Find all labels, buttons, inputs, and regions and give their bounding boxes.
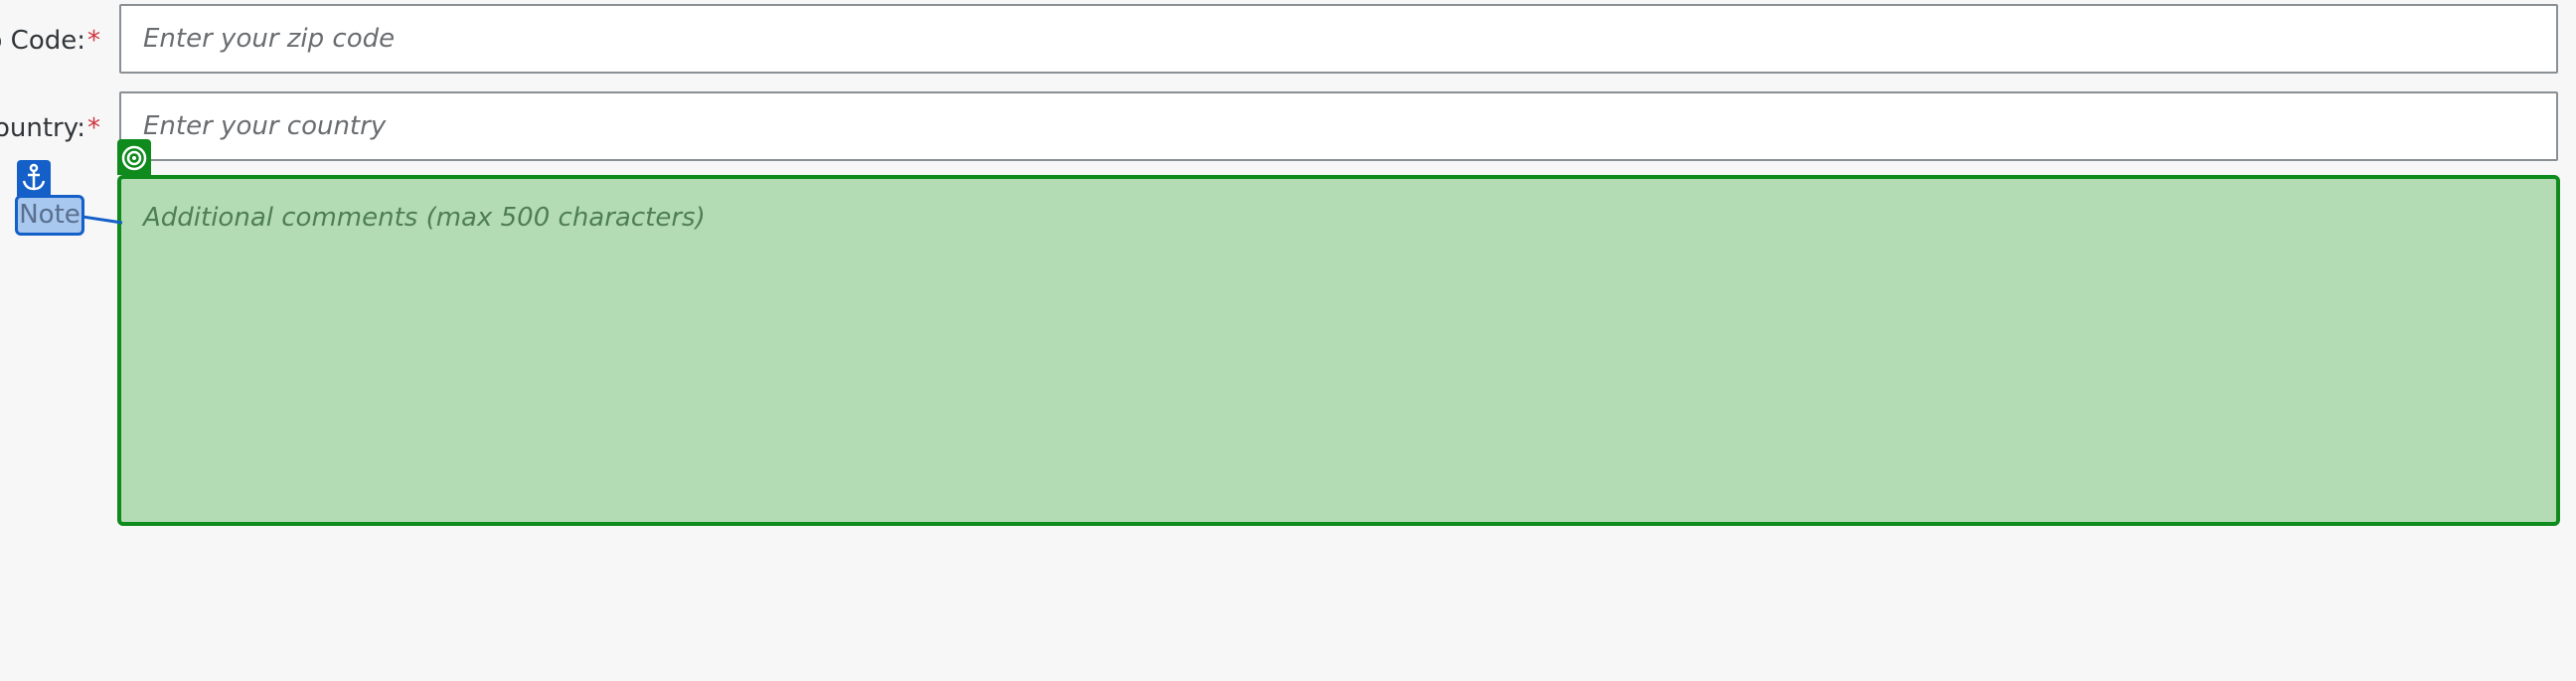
note-annotation-label: Note (19, 200, 80, 230)
note-annotation-tag: Note (15, 195, 84, 236)
zip-code-input[interactable] (119, 4, 2558, 74)
annotation-connector-line (82, 215, 122, 225)
country-input[interactable] (119, 91, 2558, 161)
additional-comments-textarea[interactable] (117, 175, 2560, 526)
country-label-text: ountry: (0, 113, 85, 143)
anchor-icon (17, 160, 51, 196)
zip-code-label-text: p Code: (0, 26, 85, 56)
target-icon (117, 139, 151, 175)
country-label: ountry:* (0, 113, 100, 143)
address-form: p Code:* ountry:* Note (0, 0, 2576, 681)
country-required-mark: * (87, 113, 100, 143)
zip-required-mark: * (87, 26, 100, 56)
zip-code-label: p Code:* (0, 26, 100, 56)
